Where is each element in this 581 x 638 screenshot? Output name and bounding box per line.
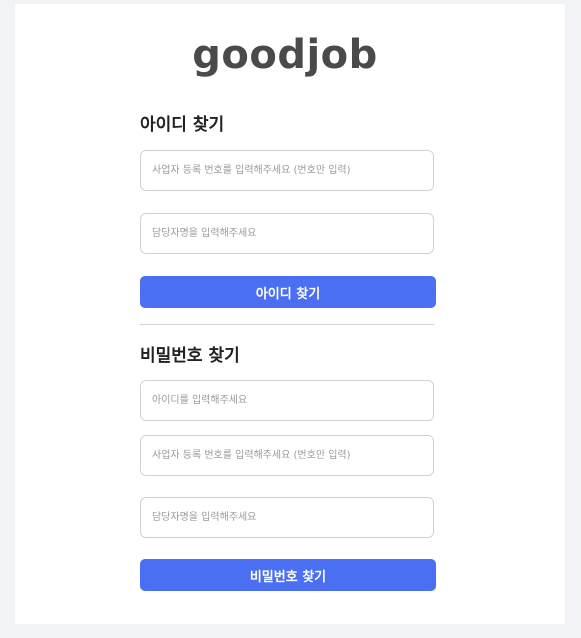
find-password-title: 비밀번호 찾기 — [140, 346, 240, 366]
find-id-manager-name-input[interactable] — [140, 213, 434, 254]
find-password-user-id-input[interactable] — [140, 380, 434, 421]
find-id-business-number-input[interactable] — [140, 150, 434, 191]
find-password-business-number-input[interactable] — [140, 435, 434, 476]
find-id-button[interactable]: 아이디 찾기 — [140, 276, 436, 308]
section-divider — [140, 324, 434, 325]
find-id-title: 아이디 찾기 — [140, 115, 225, 135]
find-password-manager-name-input[interactable] — [140, 497, 434, 538]
goodjob-logo: goodjob — [192, 32, 378, 78]
find-password-button[interactable]: 비밀번호 찾기 — [140, 559, 436, 591]
